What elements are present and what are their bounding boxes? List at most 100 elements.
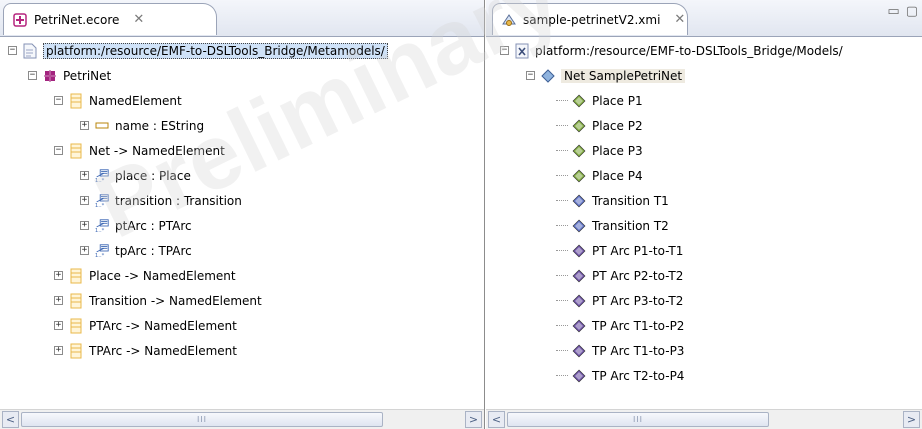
ecore-tree-item[interactable]: +1..* ptArc : PTArc (80, 215, 192, 236)
ecore-tree-item[interactable]: + Place -> NamedElement (54, 265, 236, 286)
scroll-thumb[interactable]: III (21, 412, 383, 427)
xmi-resource-icon (514, 43, 530, 59)
tree-item-label: Net -> NamedElement (89, 143, 225, 158)
tree-item-label: Place P4 (592, 168, 643, 183)
tree-item-label: PetriNet (63, 68, 112, 83)
expand-icon[interactable]: + (54, 271, 63, 280)
ecore-tree-item[interactable]: + name : EString (80, 115, 204, 136)
resource-path: platform:/resource/EMF-to-DSLTools_Bridg… (43, 42, 388, 59)
expand-icon[interactable]: + (80, 171, 89, 180)
collapse-icon[interactable]: − (54, 96, 63, 105)
eclass-icon (68, 268, 84, 284)
ecore-tree-item[interactable]: + Transition -> NamedElement (54, 290, 262, 311)
collapse-icon[interactable]: − (526, 71, 535, 80)
ereference-icon: 1..* (94, 168, 110, 184)
scroll-right-button[interactable]: > (903, 411, 920, 428)
xmi-tree: − platform:/resource/EMF-to-DSLTools_Bri… (486, 40, 922, 409)
horizontal-scrollbar[interactable]: < III > (0, 409, 484, 429)
scroll-left-button[interactable]: < (2, 411, 19, 428)
eclass-icon (68, 343, 84, 359)
net-node-label: Net SamplePetriNet (561, 68, 686, 83)
collapse-icon[interactable]: − (54, 146, 63, 155)
close-icon[interactable]: ✕ (674, 12, 685, 27)
xmi-tree-item[interactable]: Place P2 (556, 115, 643, 136)
tree-item-label: name : EString (115, 118, 205, 133)
xmi-tree-item[interactable]: Transition T2 (556, 215, 669, 236)
eclass-icon (68, 293, 84, 309)
xmi-tree-item[interactable]: Place P3 (556, 140, 643, 161)
editor-tab-bar: PetriNet.ecore ✕ (0, 0, 484, 37)
xmi-tree-item[interactable]: TP Arc T1-to-P3 (556, 340, 684, 361)
maximize-icon[interactable]: ▢ (906, 4, 918, 19)
ecore-tree-item[interactable]: +1..* tpArc : TPArc (80, 240, 192, 261)
collapse-icon[interactable]: − (8, 46, 17, 55)
svg-text:1..*: 1..* (95, 178, 105, 184)
arc-node-icon (571, 343, 587, 359)
package-icon (42, 68, 58, 84)
scroll-right-button[interactable]: > (465, 411, 482, 428)
xmi-tree-item[interactable]: TP Arc T1-to-P2 (556, 315, 684, 336)
xmi-tree-item[interactable]: Place P4 (556, 165, 643, 186)
tree-item-label: TP Arc T2-to-P4 (592, 368, 685, 383)
arc-node-icon (571, 368, 587, 384)
editor-tab-bar: sample-petrinetV2.xmi ✕ ▭ ▢ (486, 0, 922, 37)
xmi-tree-item[interactable]: PT Arc P1-to-T1 (556, 240, 683, 261)
expand-icon[interactable]: + (80, 246, 89, 255)
tree-connector (556, 350, 568, 351)
collapse-icon[interactable]: − (500, 46, 509, 55)
eclass-icon (68, 143, 84, 159)
place-node-icon (571, 168, 587, 184)
close-icon[interactable]: ✕ (133, 12, 144, 27)
xmi-tree-item[interactable]: PT Arc P3-to-T2 (556, 290, 683, 311)
expand-icon[interactable]: + (54, 321, 63, 330)
collapse-icon[interactable]: − (28, 71, 37, 80)
tree-item-label: ptArc : PTArc (115, 218, 192, 233)
xmi-tree-item[interactable]: PT Arc P2-to-T2 (556, 265, 683, 286)
tree-connector (556, 225, 568, 226)
expand-icon[interactable]: + (54, 346, 63, 355)
tree-item-label: TPArc -> NamedElement (89, 343, 237, 358)
minimize-icon[interactable]: ▭ (887, 4, 899, 19)
xmi-tree-item[interactable]: Place P1 (556, 90, 643, 111)
xmi-editor-pane: sample-petrinetV2.xmi ✕ ▭ ▢ − platform:/… (486, 0, 922, 429)
tree-connector (556, 325, 568, 326)
svg-text:1..*: 1..* (95, 203, 105, 209)
tree-item-label: PT Arc P2-to-T2 (592, 268, 684, 283)
xmi-tree-item[interactable]: Transition T1 (556, 190, 669, 211)
tab-sample-petrinet-xmi[interactable]: sample-petrinetV2.xmi ✕ (492, 3, 688, 35)
expand-icon[interactable]: + (80, 121, 89, 130)
tree-connector (556, 300, 568, 301)
ecore-tree-item[interactable]: − PetriNet (28, 65, 111, 86)
xmi-tree-item[interactable]: TP Arc T2-to-P4 (556, 365, 684, 386)
scroll-left-button[interactable]: < (488, 411, 505, 428)
arc-node-icon (571, 268, 587, 284)
arc-node-icon (571, 318, 587, 334)
place-node-icon (571, 143, 587, 159)
tab-label: PetriNet.ecore (34, 12, 120, 27)
ecore-tree-item[interactable]: +1..* place : Place (80, 165, 191, 186)
tab-petrinet-ecore[interactable]: PetriNet.ecore ✕ (3, 3, 217, 35)
ecore-tree-item[interactable]: + PTArc -> NamedElement (54, 315, 237, 336)
tree-item-label: PT Arc P1-to-T1 (592, 243, 684, 258)
tree-root-row[interactable]: − platform:/resource/EMF-to-DSLTools_Bri… (8, 40, 388, 61)
tree-item-label: Place -> NamedElement (89, 268, 236, 283)
tree-item-label: Transition -> NamedElement (89, 293, 262, 308)
expand-icon[interactable]: + (54, 296, 63, 305)
arc-node-icon (571, 293, 587, 309)
net-node-row[interactable]: − Net SamplePetriNet (526, 65, 686, 86)
expand-icon[interactable]: + (80, 221, 89, 230)
ecore-tree-item[interactable]: + TPArc -> NamedElement (54, 340, 237, 361)
horizontal-scrollbar[interactable]: < III > (486, 409, 922, 429)
tree-item-label: TP Arc T1-to-P2 (592, 318, 685, 333)
ecore-tree-item[interactable]: +1..* transition : Transition (80, 190, 242, 211)
scroll-thumb[interactable]: III (507, 412, 769, 427)
expand-icon[interactable]: + (80, 196, 89, 205)
ereference-icon: 1..* (94, 218, 110, 234)
tab-label: sample-petrinetV2.xmi (523, 12, 661, 27)
eclass-icon (68, 93, 84, 109)
tree-root-row[interactable]: − platform:/resource/EMF-to-DSLTools_Bri… (500, 40, 843, 61)
tree-connector (556, 250, 568, 251)
ecore-tree-item[interactable]: − Net -> NamedElement (54, 140, 225, 161)
svg-text:1..*: 1..* (95, 228, 105, 234)
ecore-tree-item[interactable]: − NamedElement (54, 90, 182, 111)
